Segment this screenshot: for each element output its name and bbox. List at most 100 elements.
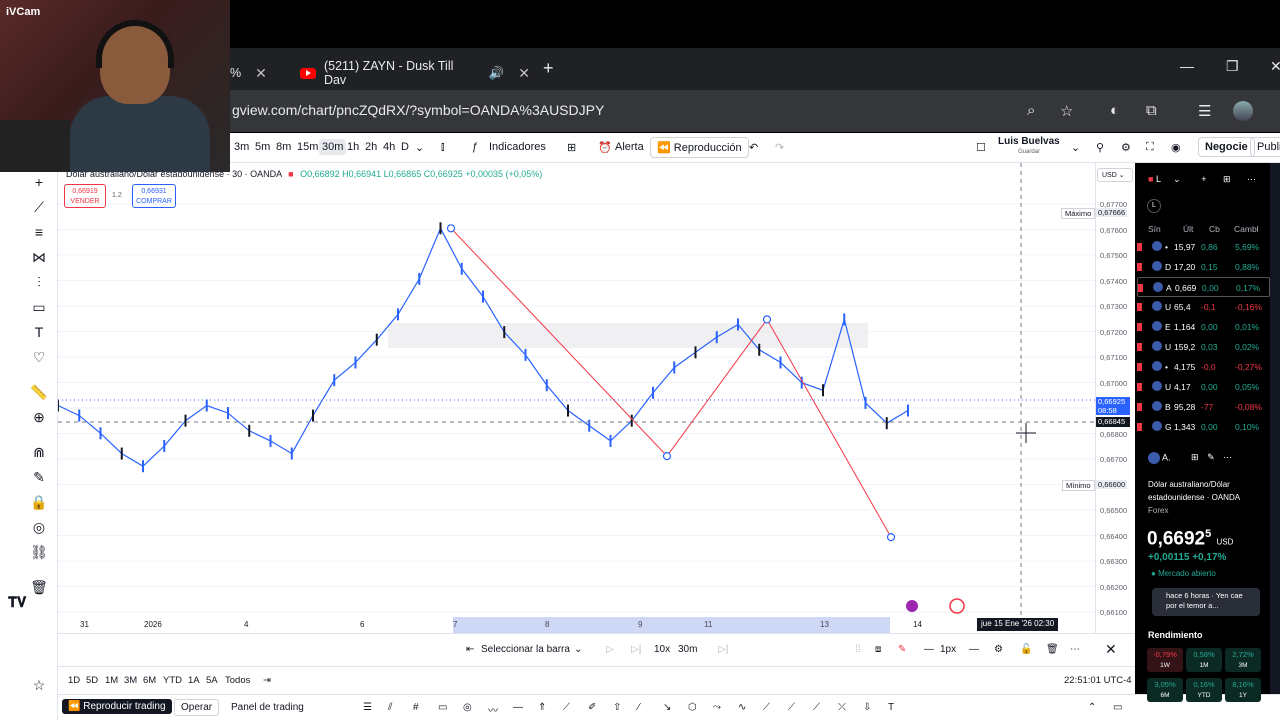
interval-8m[interactable]: 8m [276, 141, 291, 153]
replay-trading-button[interactable]: ⏪ Reproducir trading [62, 699, 172, 714]
zoom-icon[interactable]: ⌕ [1027, 102, 1035, 119]
arrow-up-icon[interactable]: ⇧ [613, 702, 621, 713]
crosshair-icon[interactable]: + [30, 173, 48, 191]
save-label[interactable]: Guardar [1018, 149, 1040, 155]
close-window-button[interactable]: ✕ [1270, 58, 1280, 75]
watchlist-row[interactable]: U 4,17 0,00 0,05% [1137, 377, 1270, 397]
watchlist-row[interactable]: U 65,4 -0,1 -0,16% [1137, 297, 1270, 317]
table-icon[interactable]: ⊞ [1223, 174, 1231, 184]
close-tab-icon[interactable]: ✕ [518, 65, 530, 82]
close-replay-icon[interactable]: ✕ [1105, 641, 1117, 658]
text-icon[interactable]: T [888, 702, 894, 713]
interval-30m[interactable]: 30m [319, 139, 347, 155]
line-width-value[interactable]: 1px [940, 644, 956, 655]
text-icon[interactable]: T [30, 323, 48, 341]
chart-canvas[interactable] [58, 163, 1095, 633]
chevron-down-icon[interactable]: ⌄ [574, 644, 582, 655]
range-all[interactable]: Todos [225, 675, 250, 686]
eye-icon[interactable]: ◎ [30, 518, 48, 536]
ruler-icon[interactable]: 📏 [30, 383, 48, 401]
collapse-icon[interactable]: ⌃ [1088, 702, 1096, 713]
lock-icon[interactable]: 🔓 [1020, 644, 1032, 655]
interval-15m[interactable]: 15m [297, 141, 318, 153]
col-change-pct[interactable]: Cambl [1234, 224, 1259, 234]
restore-button[interactable]: ❐ [1226, 58, 1239, 75]
chevron-down-icon[interactable]: ⌄ [1173, 174, 1181, 184]
menu-icon[interactable]: ☰ [363, 702, 372, 713]
pencil-lock-icon[interactable]: ✎ [30, 468, 48, 486]
goto-date-icon[interactable]: ⇥ [263, 675, 271, 686]
settings-gear-icon[interactable]: ⚙ [994, 644, 1003, 655]
watchlist-row[interactable]: • 15,97 0,86 5,69% [1137, 237, 1270, 257]
section-label[interactable]: L [1147, 199, 1161, 213]
curve-icon[interactable]: ∿ [738, 702, 746, 713]
range-6m[interactable]: 6M [143, 675, 156, 686]
trade-button[interactable]: Negocie [1198, 137, 1255, 157]
more-icon[interactable]: ⋯ [1223, 452, 1232, 462]
range-ytd[interactable]: YTD [163, 675, 182, 686]
interval-d[interactable]: D [401, 141, 409, 153]
select-bar-button[interactable]: Seleccionar la barra [481, 644, 570, 655]
url-field[interactable]: gview.com/chart/pncZQdRX/?symbol=OANDA%3… [232, 102, 604, 118]
heart-icon[interactable]: ♡ [30, 348, 48, 366]
chevron-down-icon[interactable]: ⌄ [1071, 141, 1080, 154]
undo-icon[interactable]: ↶ [749, 141, 758, 154]
brush-icon[interactable]: ⟋ [563, 702, 570, 713]
interval-3m[interactable]: 3m [234, 141, 249, 153]
watchlist-row[interactable]: B 95,28 -77 -0,08% [1137, 397, 1270, 417]
trash-icon[interactable]: 🗑 [30, 578, 48, 596]
speaker-icon[interactable]: 🔊 [489, 66, 505, 81]
bookmark-star-icon[interactable]: ☆ [1060, 102, 1073, 120]
grid-icon[interactable]: # [413, 702, 419, 713]
buy-button[interactable]: 0,66931 COMPRAR [132, 184, 176, 208]
range-5a[interactable]: 5A [206, 675, 218, 686]
jump-to-realtime-icon[interactable]: ▷| [718, 644, 728, 655]
lock-icon[interactable]: 🔒 [30, 493, 48, 511]
tab-youtube[interactable]: (5211) ZAYN - Dusk Till Dav 🔊 ✕ [300, 56, 530, 90]
performance-cell[interactable]: 0,16% YTD [1186, 678, 1222, 702]
minimize-button[interactable]: — [1180, 58, 1194, 74]
speed-selector[interactable]: 10x [654, 644, 670, 655]
magnet-icon[interactable]: ⋒ [30, 443, 48, 461]
wave-icon[interactable]: 〰 [488, 702, 498, 717]
currency-selector[interactable]: USD ⌄ [1097, 168, 1133, 182]
grid-icon[interactable]: ⊞ [1191, 452, 1199, 462]
range-3m[interactable]: 3M [124, 675, 137, 686]
performance-cell[interactable]: 3,05% 6M [1147, 678, 1183, 702]
fullscreen-icon[interactable]: ⛶ [1146, 141, 1154, 154]
interval-5m[interactable]: 5m [255, 141, 270, 153]
media-control-icon[interactable]: ☰ [1198, 102, 1211, 120]
watchlist-row[interactable]: G 1,343 0,00 0,10% [1137, 417, 1270, 437]
performance-cell[interactable]: -0,79% 1W [1147, 648, 1183, 672]
quick-search-icon[interactable]: ⚲ [1096, 141, 1104, 154]
watchlist-title[interactable]: L [1156, 174, 1161, 184]
close-tab-icon[interactable]: ✕ [255, 65, 267, 82]
puzzle-icon[interactable]: ⧉ [1146, 102, 1157, 119]
fib-icon[interactable]: ≡ [30, 223, 48, 241]
indicator-icon[interactable]: ⫽ [388, 702, 392, 713]
arrow-icon[interactable]: ↘ [663, 702, 671, 713]
watchlist-row[interactable]: A 0,669 0,00 0,17% [1137, 277, 1270, 297]
link-icon[interactable]: ⛓ [30, 543, 48, 561]
candle-type-icon[interactable]: ⫾ [441, 141, 445, 154]
trading-panel-tab[interactable]: Panel de trading [231, 702, 304, 713]
pen-icon[interactable]: ✐ [588, 702, 596, 713]
col-last[interactable]: Últ [1183, 224, 1193, 234]
interval-4h[interactable]: 4h [383, 141, 395, 153]
range-1d[interactable]: 1D [68, 675, 80, 686]
extension-icon[interactable]: ◐ [1110, 102, 1119, 119]
layout-grid-icon[interactable]: ⊞ [567, 141, 576, 154]
publish-button[interactable]: Public [1250, 137, 1280, 157]
watchlist-row[interactable]: E 1,164 0,00 0,01% [1137, 317, 1270, 337]
templates-icon[interactable]: ⧈ [875, 644, 881, 655]
trend-line-icon[interactable]: ⟋ [30, 198, 48, 216]
star-icon[interactable]: ☆ [30, 676, 48, 694]
tab-tradingview[interactable]: % ✕ [230, 56, 290, 90]
price-chart[interactable] [58, 163, 1095, 633]
step-forward-icon[interactable]: ▷| [631, 644, 641, 655]
interval-2h[interactable]: 2h [365, 141, 377, 153]
range-1a[interactable]: 1A [188, 675, 200, 686]
pattern-icon[interactable]: ⋈ [30, 248, 48, 266]
range-1m[interactable]: 1M [105, 675, 118, 686]
projection-icon[interactable]: ⫶ [30, 273, 48, 291]
